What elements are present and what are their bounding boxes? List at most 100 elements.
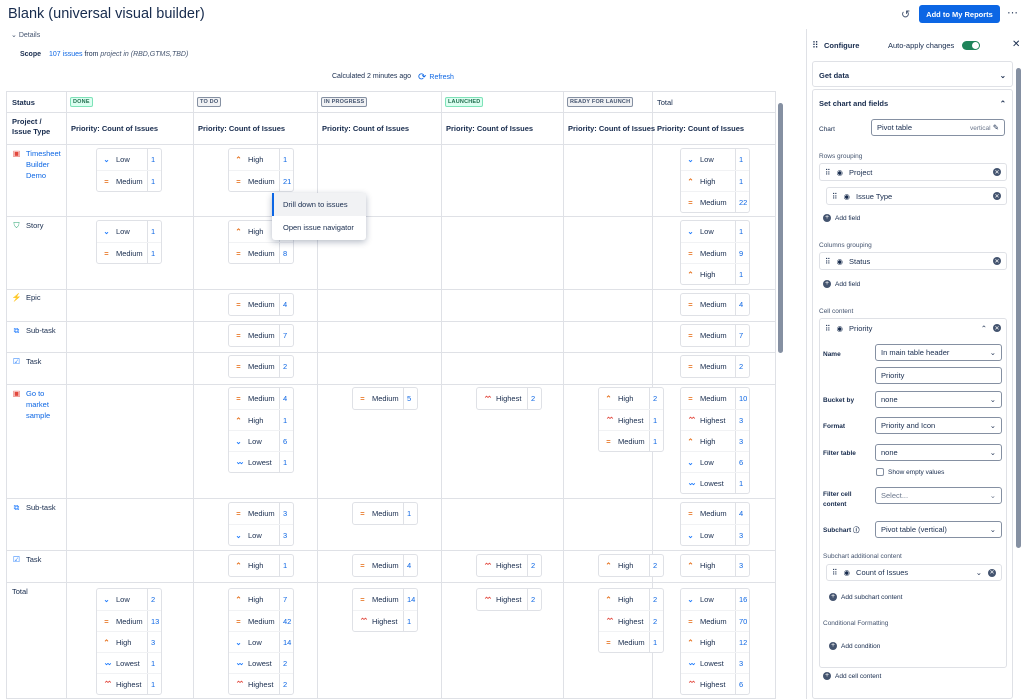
chevron-up-icon[interactable]: ⌃ [981, 324, 987, 333]
format-select[interactable]: Priority and Icon ⌄ [875, 417, 1002, 434]
issue-count-link[interactable]: 1 [649, 410, 663, 430]
row-field-issue-type[interactable]: ⠿ ◉ Issue Type ✕ [826, 187, 1007, 205]
issue-count-link[interactable]: 7 [735, 325, 749, 346]
issue-count-link[interactable]: 12 [735, 632, 749, 652]
row-label[interactable]: ▣ Timesheet Builder Demo [12, 148, 64, 181]
subchart-select[interactable]: Pivot table (vertical) ⌄ [875, 521, 1002, 538]
chevron-down-icon[interactable]: ⌄ [976, 568, 982, 577]
issue-count-link[interactable]: 1 [735, 221, 749, 242]
remove-icon[interactable]: ✕ [993, 168, 1001, 176]
issue-count-link[interactable]: 1 [279, 452, 293, 472]
name-select[interactable]: In main table header ⌄ [875, 344, 1002, 361]
details-toggle[interactable]: ⌄ Details [11, 31, 40, 39]
issue-count-link[interactable]: 22 [735, 192, 749, 212]
panel-scrollbar[interactable] [1016, 65, 1021, 685]
issue-count-link[interactable]: 1 [279, 149, 293, 170]
issue-count-link[interactable]: 2 [147, 589, 161, 610]
issue-count-link[interactable]: 2 [279, 356, 293, 377]
eye-icon[interactable]: ◉ [837, 324, 844, 333]
issue-count-link[interactable]: 1 [403, 503, 417, 524]
issue-count-link[interactable]: 4 [403, 555, 417, 576]
issue-count-link[interactable]: 2 [527, 555, 541, 576]
issue-count-link[interactable]: 3 [279, 503, 293, 524]
drill-down-menu-item[interactable]: Drill down to issues [272, 193, 366, 216]
table-scrollbar[interactable] [777, 93, 785, 699]
bucket-select[interactable]: none ⌄ [875, 391, 1002, 408]
add-subchart-button[interactable]: + Add subchart content [829, 593, 902, 601]
issue-count-link[interactable]: 14 [279, 632, 293, 652]
issue-count-link[interactable]: 5 [403, 388, 417, 409]
undo-icon[interactable]: ↺ [901, 8, 910, 21]
issue-count-link[interactable]: 3 [735, 525, 749, 545]
filter-cell-select[interactable]: Select... ⌄ [875, 487, 1002, 504]
issue-count-link[interactable]: 14 [403, 589, 417, 610]
eye-icon[interactable]: ◉ [844, 568, 851, 577]
issue-count-link[interactable]: 21 [279, 171, 293, 191]
issue-count-link[interactable]: 9 [735, 243, 749, 263]
add-cell-content-button[interactable]: + Add cell content [823, 672, 881, 680]
set-chart-header[interactable]: Set chart and fields ⌃ [813, 90, 1012, 116]
issue-count-link[interactable]: 7 [279, 589, 293, 610]
issue-count-link[interactable]: 2 [649, 589, 663, 610]
issue-count-link[interactable]: 2 [527, 589, 541, 610]
issue-count-link[interactable]: 1 [279, 555, 293, 576]
issue-count-link[interactable]: 1 [735, 473, 749, 493]
issue-count-link[interactable]: 3 [735, 653, 749, 673]
issue-count-link[interactable]: 4 [735, 503, 749, 524]
issue-count-link[interactable]: 1 [147, 221, 161, 242]
issue-count-link[interactable]: 1 [735, 264, 749, 284]
filter-table-select[interactable]: none ⌄ [875, 444, 1002, 461]
row-label[interactable]: ▣ Go to market sample [12, 388, 64, 421]
issue-count-link[interactable]: 4 [279, 294, 293, 315]
issue-count-link[interactable]: 1 [735, 171, 749, 191]
add-to-reports-button[interactable]: Add to My Reports [919, 5, 1000, 23]
issue-count-link[interactable]: 3 [735, 555, 749, 576]
auto-apply-toggle[interactable] [962, 41, 980, 50]
issue-count-link[interactable]: 1 [649, 632, 663, 652]
issue-count-link[interactable]: 8 [279, 243, 293, 263]
scope-issues-link[interactable]: 107 issues [49, 51, 82, 58]
issue-count-link[interactable]: 2 [649, 555, 663, 576]
issue-count-link[interactable]: 2 [527, 388, 541, 409]
more-icon[interactable]: ⋯ [1007, 6, 1019, 19]
issue-count-link[interactable]: 1 [735, 149, 749, 170]
issue-count-link[interactable]: 2 [649, 388, 663, 409]
issue-count-link[interactable]: 2 [279, 674, 293, 694]
get-data-section[interactable]: Get data ⌄ [812, 61, 1013, 87]
issue-count-link[interactable]: 2 [735, 356, 749, 377]
column-field-status[interactable]: ⠿ ◉ Status ✕ [819, 252, 1007, 270]
eye-icon[interactable]: ◉ [837, 257, 844, 266]
remove-icon[interactable]: ✕ [993, 324, 1001, 332]
issue-count-link[interactable]: 4 [735, 294, 749, 315]
issue-count-link[interactable]: 1 [147, 243, 161, 263]
info-icon[interactable]: ⓘ [853, 527, 860, 534]
issue-count-link[interactable]: 3 [735, 431, 749, 451]
issue-count-link[interactable]: 6 [735, 674, 749, 694]
eye-icon[interactable]: ◉ [844, 192, 851, 201]
issue-count-link[interactable]: 1 [403, 611, 417, 631]
issue-count-link[interactable]: 16 [735, 589, 749, 610]
issue-count-link[interactable]: 6 [735, 452, 749, 472]
issue-count-link[interactable]: 7 [279, 325, 293, 346]
issue-count-link[interactable]: 2 [279, 653, 293, 673]
issue-count-link[interactable]: 2 [649, 611, 663, 631]
issue-count-link[interactable]: 3 [279, 525, 293, 545]
issue-count-link[interactable]: 13 [147, 611, 161, 631]
issue-count-link[interactable]: 1 [147, 674, 161, 694]
issue-count-link[interactable]: 6 [279, 431, 293, 451]
issue-count-link[interactable]: 42 [279, 611, 293, 631]
remove-icon[interactable]: ✕ [993, 257, 1001, 265]
add-row-field-button[interactable]: + Add field [823, 214, 860, 222]
name-text-input[interactable]: Priority [875, 367, 1002, 384]
show-empty-checkbox[interactable]: Show empty values [876, 468, 944, 476]
issue-count-link[interactable]: 10 [735, 388, 749, 409]
issue-count-link[interactable]: 3 [147, 632, 161, 652]
issue-count-link[interactable]: 1 [147, 171, 161, 191]
issue-count-link[interactable]: 4 [279, 388, 293, 409]
refresh-button[interactable]: ⟳ Refresh [418, 72, 454, 83]
remove-icon[interactable]: ✕ [988, 568, 996, 577]
issue-count-link[interactable]: 1 [147, 149, 161, 170]
close-icon[interactable]: ✕ [1012, 39, 1020, 50]
issue-count-link[interactable]: 1 [279, 410, 293, 430]
issue-count-link[interactable]: 3 [735, 410, 749, 430]
